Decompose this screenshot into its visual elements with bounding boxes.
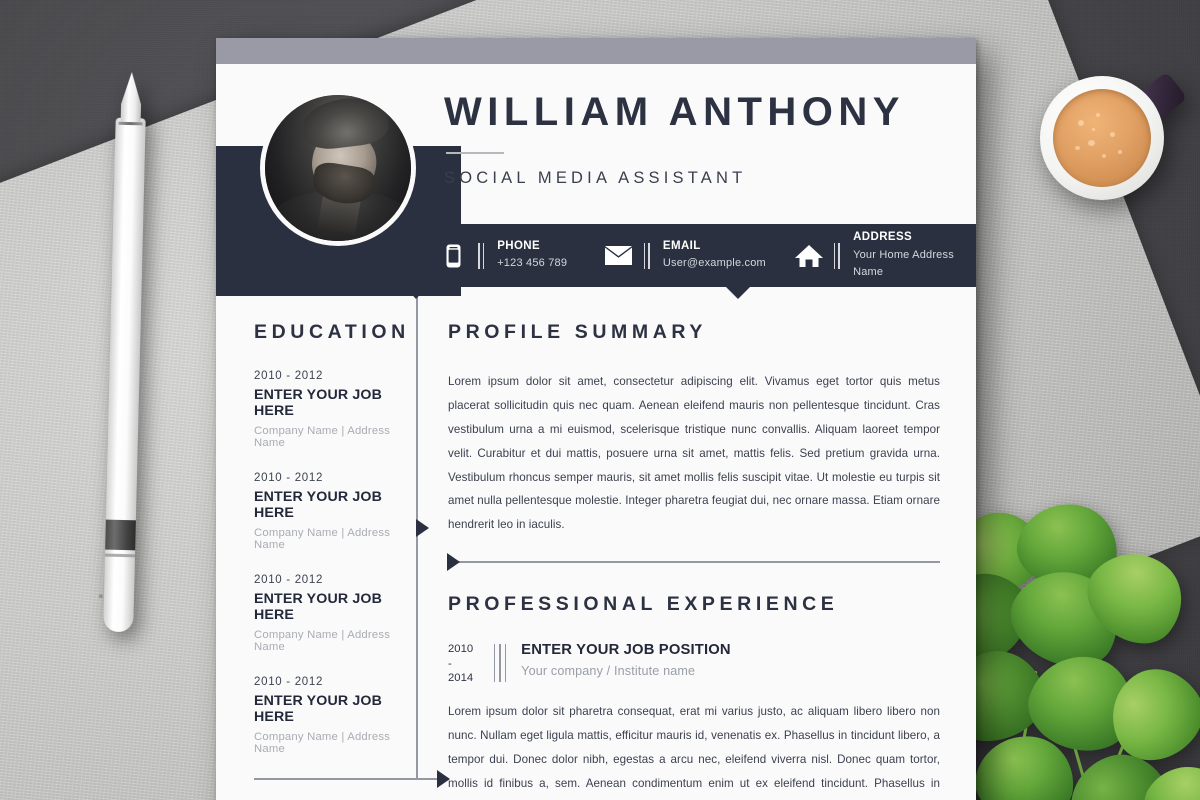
contact-value: Your Home Address Name (853, 248, 954, 279)
avatar-photo (265, 95, 411, 241)
separator-bars (833, 242, 841, 269)
contact-label: EMAIL (662, 240, 701, 253)
education-item: 2010 - 2012 ENTER YOUR JOB HERE Company … (254, 574, 416, 653)
education-company: Company Name | Address Name (254, 731, 391, 755)
divider-arrow-right-icon (447, 553, 460, 572)
separator-bars (494, 643, 507, 682)
education-job: ENTER YOUR JOB HERE (254, 489, 382, 521)
separator-bars (478, 242, 485, 269)
experience-text: Lorem ipsum dolor sit pharetra consequat… (448, 705, 940, 790)
education-job: ENTER YOUR JOB HERE (254, 591, 382, 623)
home-icon (794, 244, 824, 268)
column-divider (405, 287, 429, 779)
name-block: WILLIAM ANTHONY SOCIAL MEDIA ASSISTANT (444, 90, 942, 188)
experience-company: Your company / Institute name (521, 663, 696, 678)
avatar-hair (300, 95, 391, 153)
contact-item-address: ADDRESS Your Home Address Name (794, 229, 976, 281)
contact-label: ADDRESS (853, 231, 913, 244)
education-company: Company Name | Address Name (254, 629, 391, 653)
contact-item-phone: PHONE +123 456 789 (438, 238, 604, 273)
contact-item-email: EMAIL User@example.com (604, 238, 794, 273)
coffee-cup (1040, 71, 1188, 200)
experience-year-separator: - (448, 657, 452, 670)
job-role: SOCIAL MEDIA ASSISTANT (444, 168, 747, 187)
education-date: 2010 - 2012 (254, 574, 324, 586)
stylus-seam (118, 121, 143, 126)
right-section-divider (447, 553, 940, 572)
contact-phone-text: PHONE +123 456 789 (497, 238, 567, 273)
resume-body: EDUCATION 2010 - 2012 ENTER YOUR JOB HER… (216, 287, 976, 790)
education-item: 2010 - 2012 ENTER YOUR JOB HERE Company … (254, 370, 416, 449)
desk-scene: WILLIAM ANTHONY SOCIAL MEDIA ASSISTANT P… (0, 0, 1200, 800)
page-top-bar (216, 38, 976, 77)
coffee-surface (1053, 89, 1151, 187)
section-title-profile: PROFILE SUMMARY (448, 321, 707, 343)
section-title-experience: PROFESSIONAL EXPERIENCE (448, 592, 839, 615)
right-column: PROFILE SUMMARY Lorem ipsum dolor sit am… (416, 287, 976, 790)
education-company: Company Name | Address Name (254, 425, 391, 449)
left-section-divider (254, 770, 450, 788)
experience-years: 2010 - 2014 (448, 642, 482, 687)
education-job: ENTER YOUR JOB HERE (254, 693, 382, 725)
experience-position: ENTER YOUR JOB POSITION (521, 641, 731, 658)
education-job: ENTER YOUR JOB HERE (254, 387, 382, 419)
education-date: 2010 - 2012 (254, 676, 324, 688)
contact-address-text: ADDRESS Your Home Address Name (853, 229, 976, 281)
experience-year-start: 2010 (448, 642, 474, 655)
title-rule (446, 152, 504, 154)
education-date: 2010 - 2012 (254, 370, 324, 382)
section-title-education: EDUCATION (254, 321, 410, 343)
education-item: 2010 - 2012 ENTER YOUR JOB HERE Company … (254, 472, 416, 551)
divider-arrow-icon (437, 770, 450, 788)
experience-year-end: 2014 (448, 672, 474, 685)
education-item: 2010 - 2012 ENTER YOUR JOB HERE Company … (254, 676, 416, 755)
experience-titles: ENTER YOUR JOB POSITION Your company / I… (521, 642, 731, 678)
contact-label: PHONE (497, 240, 541, 253)
profile-summary-text: Lorem ipsum dolor sit amet, consectetur … (448, 375, 940, 532)
separator-bars (643, 242, 650, 269)
contact-value: +123 456 789 (497, 257, 568, 270)
education-date: 2010 - 2012 (254, 472, 324, 484)
experience-entry-header: 2010 - 2014 ENTER YOUR JOB POSITION Your… (448, 642, 940, 687)
divider-arrow-down-icon (405, 287, 427, 299)
divider-arrow-right-icon (416, 519, 429, 537)
education-company: Company Name | Address Name (254, 527, 391, 551)
resume-header: WILLIAM ANTHONY SOCIAL MEDIA ASSISTANT (216, 64, 976, 296)
stylus-tip (121, 72, 142, 124)
contact-bar: PHONE +123 456 789 EMAIL User@example.co… (416, 224, 976, 299)
page-title: WILLIAM ANTHONY (444, 90, 905, 134)
pothos-plant (918, 494, 1200, 800)
stylus-band (105, 519, 136, 551)
left-column: EDUCATION 2010 - 2012 ENTER YOUR JOB HER… (216, 287, 450, 788)
phone-icon (438, 244, 468, 268)
contact-value: User@example.com (662, 257, 766, 270)
resume-page: WILLIAM ANTHONY SOCIAL MEDIA ASSISTANT P… (216, 38, 976, 800)
avatar (260, 90, 416, 246)
email-icon (604, 246, 634, 265)
contact-email-text: EMAIL User@example.com (663, 238, 766, 273)
